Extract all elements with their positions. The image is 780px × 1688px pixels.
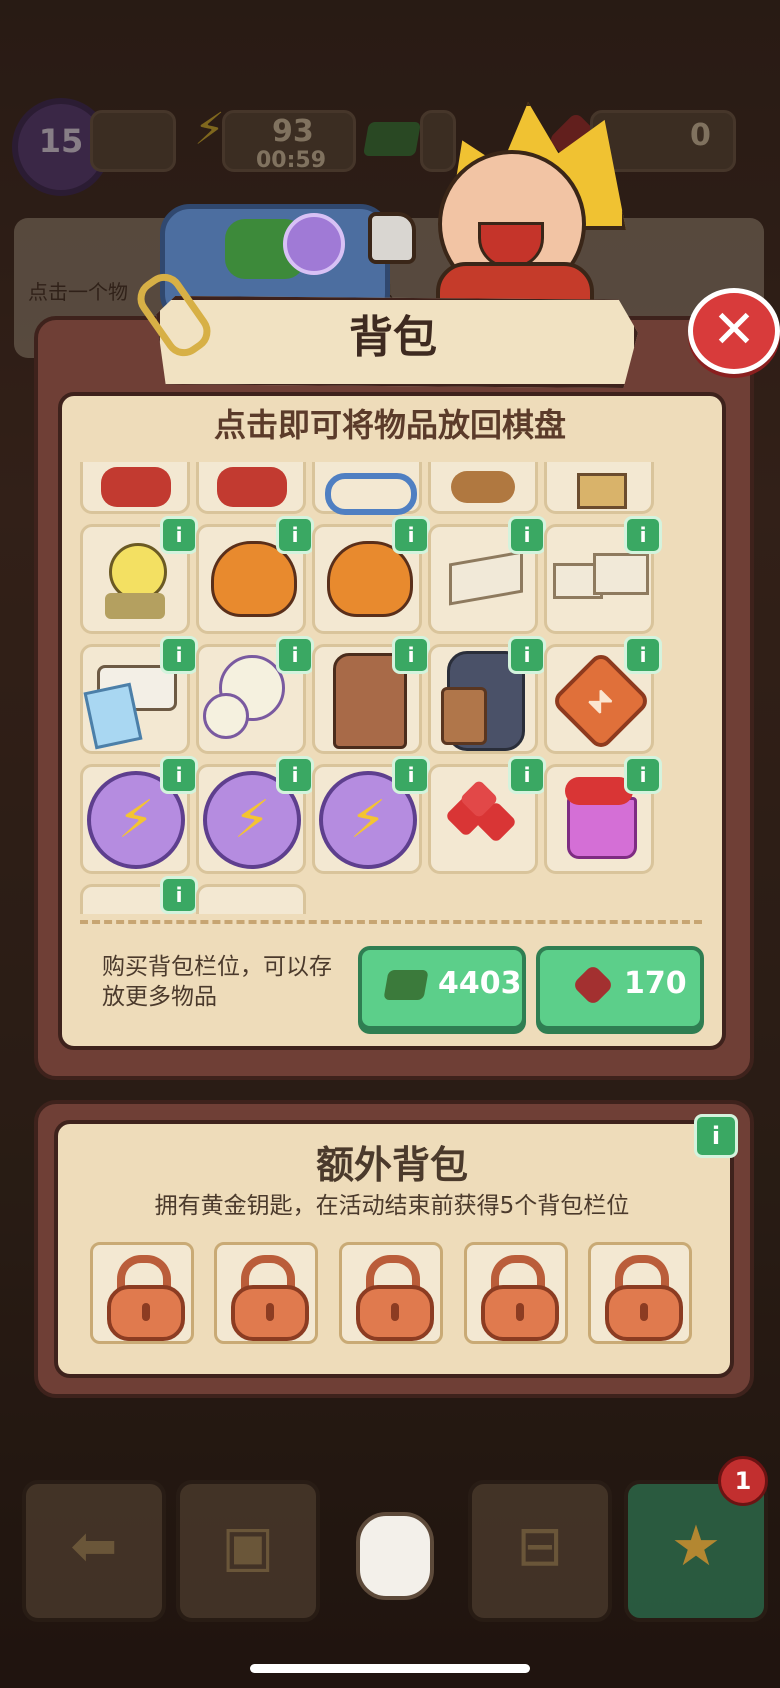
lock-icon — [231, 1285, 309, 1341]
cash-icon — [383, 970, 429, 1000]
info-button[interactable]: i — [508, 516, 546, 554]
divider — [80, 920, 702, 924]
info-button[interactable]: i — [276, 636, 314, 674]
lock-icon — [605, 1285, 683, 1341]
info-button[interactable]: i — [276, 756, 314, 794]
item-slot[interactable] — [80, 462, 190, 514]
arrow-left-icon: ⬅ — [70, 1514, 118, 1579]
item-slot[interactable] — [196, 462, 306, 514]
sprout-leaves-icon — [105, 593, 165, 619]
lock-icon — [107, 1285, 185, 1341]
home-indicator[interactable] — [250, 1664, 530, 1673]
back-button[interactable]: ⬅ — [22, 1480, 166, 1622]
info-button[interactable]: i — [160, 876, 198, 914]
info-button[interactable]: i — [392, 756, 430, 794]
item-slot[interactable] — [196, 884, 306, 914]
energy-orb-icon — [283, 213, 345, 275]
lock-icon — [356, 1285, 434, 1341]
tofu-block-icon — [593, 553, 649, 595]
basket-button[interactable]: ⊟ — [468, 1480, 612, 1622]
info-button[interactable]: i — [160, 636, 198, 674]
info-button[interactable]: i — [624, 516, 662, 554]
buy-gem-price: 170 — [624, 966, 687, 1001]
backpack-icon: ▣ — [221, 1514, 275, 1579]
tofu-block-icon — [449, 550, 523, 606]
lock-icon — [481, 1285, 559, 1341]
info-button[interactable]: i — [508, 756, 546, 794]
red-boxing-glove-icon — [101, 467, 171, 507]
info-button[interactable]: i — [160, 756, 198, 794]
backpack-subtitle: 点击即可将物品放回棋盘 — [213, 406, 566, 444]
extra-backpack-title: 额外背包 — [315, 1143, 468, 1187]
locked-slot[interactable] — [90, 1242, 194, 1344]
gem-icon — [571, 963, 615, 1007]
buy-slot-gem-button[interactable]: 170 — [536, 946, 704, 1030]
extra-backpack-subtitle: 拥有黄金钥匙，在活动结束前获得5个背包栏位 — [154, 1193, 630, 1219]
buy-slot-text: 购买背包栏位，可以存放更多物品 — [102, 954, 332, 1010]
locked-slot[interactable] — [464, 1242, 568, 1344]
locked-slot[interactable] — [588, 1242, 692, 1344]
notification-badge: 1 — [718, 1456, 768, 1506]
buy-slot-cash-button[interactable]: 4403 — [358, 946, 526, 1030]
info-button[interactable]: i — [508, 636, 546, 674]
locked-slot[interactable] — [339, 1242, 443, 1344]
basket-icon: ⊟ — [516, 1514, 564, 1579]
info-button[interactable]: i — [160, 516, 198, 554]
close-button[interactable]: ✕ — [688, 288, 780, 374]
gem-pile-icon — [565, 777, 633, 805]
handcuffs-icon — [325, 473, 417, 515]
info-button[interactable]: i — [392, 516, 430, 554]
item-grid[interactable]: i i i i i i i i i ⧗ i ⚡ i ⚡ i ⚡ i i i i — [62, 462, 714, 914]
red-boxing-glove-icon — [217, 467, 287, 507]
gem-bucket-icon — [567, 797, 637, 859]
backpack-button[interactable]: ▣ — [176, 1480, 320, 1622]
info-button[interactable]: i — [276, 516, 314, 554]
buy-cash-price: 4403 — [438, 966, 522, 1001]
magnifier-map-icon — [451, 471, 515, 503]
backpack-pocket-icon — [441, 687, 487, 745]
lucky-cat-icon[interactable] — [356, 1512, 434, 1600]
locked-slot[interactable] — [214, 1242, 318, 1344]
axe-icon — [368, 212, 416, 264]
info-button[interactable]: i — [392, 636, 430, 674]
item-slot[interactable] — [428, 462, 538, 514]
extra-info-button[interactable]: i — [694, 1114, 738, 1158]
info-button[interactable]: i — [624, 756, 662, 794]
star-icon: ★ — [670, 1514, 722, 1579]
backpack-title: 背包 — [349, 312, 437, 363]
trophy-icon — [577, 473, 627, 509]
info-button[interactable]: i — [624, 636, 662, 674]
dandelion-icon — [203, 693, 249, 739]
item-slot[interactable] — [312, 462, 422, 515]
item-slot[interactable] — [544, 462, 654, 514]
